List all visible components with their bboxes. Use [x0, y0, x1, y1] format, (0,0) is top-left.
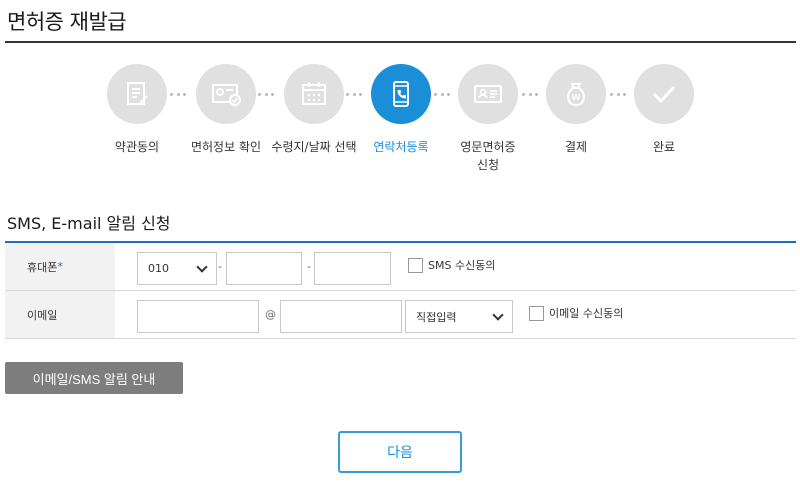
notification-form: 휴대폰 * 010 - - SMS 수신동의 이메일 @ 직접입력 이메일 수신동… — [5, 241, 796, 339]
phone-middle-input[interactable] — [226, 252, 302, 285]
step-label: 완료 — [652, 140, 676, 154]
step-progress: 약관동의 면허정보 확인 수령지/날짜 선택 연락처등록 영문면허증 신청 W — [0, 64, 800, 184]
email-row: 이메일 @ 직접입력 이메일 수신동의 — [5, 291, 796, 339]
svg-text:W: W — [572, 93, 581, 102]
phone-icon — [371, 64, 431, 124]
calendar-icon — [284, 64, 344, 124]
checkbox-box[interactable] — [529, 305, 544, 321]
phone-prefix-select[interactable]: 010 — [137, 252, 217, 285]
chevron-down-icon — [492, 308, 504, 321]
sms-consent-checkbox[interactable]: SMS 수신동의 — [408, 257, 495, 273]
money-bag-icon: W — [546, 64, 606, 124]
document-icon — [107, 64, 167, 124]
phone-dash: - — [218, 260, 222, 273]
phone-last-input[interactable] — [314, 252, 391, 285]
at-sign: @ — [265, 308, 276, 321]
checkmark-icon — [634, 64, 694, 124]
step-complete: 완료 — [609, 64, 719, 156]
license-card-icon — [458, 64, 518, 124]
email-id-input[interactable] — [137, 300, 259, 333]
phone-label: 휴대폰 * — [5, 243, 115, 290]
page-title: 면허증 재발급 — [7, 10, 127, 34]
email-consent-checkbox[interactable]: 이메일 수신동의 — [529, 305, 623, 321]
title-divider — [5, 41, 796, 43]
required-mark: * — [57, 260, 63, 273]
email-label: 이메일 — [5, 291, 115, 338]
phone-row: 휴대폰 * 010 - - SMS 수신동의 — [5, 243, 796, 291]
email-domain-select[interactable]: 직접입력 — [405, 300, 513, 333]
chevron-down-icon — [196, 260, 208, 273]
phone-dash: - — [307, 260, 311, 273]
checkbox-box[interactable] — [408, 257, 423, 273]
email-domain-input[interactable] — [280, 300, 402, 333]
next-button[interactable]: 다음 — [338, 431, 462, 473]
section-title: SMS, E-mail 알림 신청 — [7, 214, 171, 233]
notification-info-button[interactable]: 이메일/SMS 알림 안내 — [5, 362, 183, 394]
id-card-check-icon — [196, 64, 256, 124]
